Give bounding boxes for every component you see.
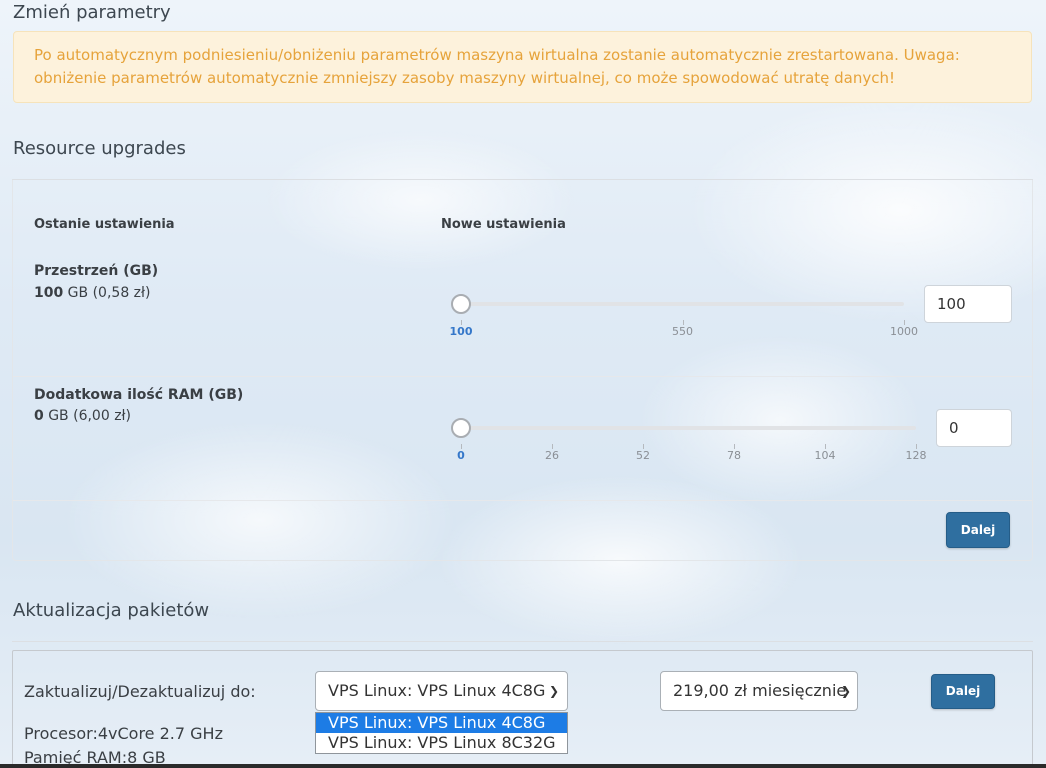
storage-tick-label: 550 [672,325,693,338]
ram-input[interactable]: 0 [936,409,1012,447]
ram-label: Dodatkowa ilość RAM (GB) [34,387,244,403]
storage-current-price: GB (0,58 zł) [63,285,151,301]
package-dropdown-list: VPS Linux: VPS Linux 4C8G VPS Linux: VPS… [315,712,568,754]
ram-tick-label: 52 [636,449,650,462]
cpu-info: Procesor:4vCore 2.7 GHz [24,724,223,743]
ram-current-price: GB (6,00 zł) [43,408,131,424]
row-divider [13,376,1032,377]
storage-label: Przestrzeń (GB) [34,263,159,279]
ram-tick-label: 78 [727,449,741,462]
alert-text-line-1: Po automatycznym podniesieniu/obniżeniu … [34,46,960,64]
chevron-down-icon: ❯ [548,684,559,698]
ram-tick-label: 128 [905,449,927,462]
alert-text-line-2: obniżenie parametrów automatycznie zmnie… [34,69,895,87]
package-option-4c8g[interactable]: VPS Linux: VPS Linux 4C8G [316,713,567,733]
bottom-edge-bar [0,764,1046,768]
column-header-new-settings: Nowe ustawienia [441,217,566,232]
package-next-button[interactable]: Dalej [931,674,995,709]
storage-tick-label: 1000 [890,325,918,338]
storage-slider-track[interactable] [461,302,904,306]
section-title-change-params: Zmień parametry [13,2,171,23]
package-select-value: VPS Linux: VPS Linux 4C8G [328,681,546,700]
chevron-down-icon: ❯ [840,684,851,698]
package-update-label: Zaktualizuj/Dezaktualizuj do: [24,682,256,701]
storage-input[interactable]: 100 [924,285,1012,323]
section-title-resource-upgrades: Resource upgrades [13,138,186,159]
resource-next-button[interactable]: Dalej [946,512,1010,548]
storage-slider-handle[interactable] [451,294,471,314]
ram-tick-label: 0 [457,449,465,462]
row-divider [13,500,1032,501]
ram-tick-label: 104 [814,449,836,462]
resource-upgrades-panel [12,180,1033,561]
package-option-8c32g[interactable]: VPS Linux: VPS Linux 8C32G [316,733,567,753]
section-title-package-update: Aktualizacja pakietów [13,600,210,621]
storage-current-number: 100 [34,285,64,301]
price-select-value: 219,00 zł miesięcznie [673,681,847,700]
price-select[interactable]: 219,00 zł miesięcznie ❯ [660,671,858,711]
divider [12,641,1033,642]
ram-current-number: 0 [34,408,44,424]
ram-tick-label: 26 [545,449,559,462]
column-header-last-settings: Ostanie ustawienia [34,217,175,232]
ram-slider-handle[interactable] [451,418,471,438]
storage-current-value: 100 GB (0,58 zł) [34,285,150,301]
ram-slider-track[interactable] [461,426,916,430]
warning-alert: Po automatycznym podniesieniu/obniżeniu … [13,31,1032,103]
storage-tick-label: 100 [449,325,473,338]
package-select[interactable]: VPS Linux: VPS Linux 4C8G ❯ [315,671,568,711]
ram-current-value: 0 GB (6,00 zł) [34,408,131,424]
